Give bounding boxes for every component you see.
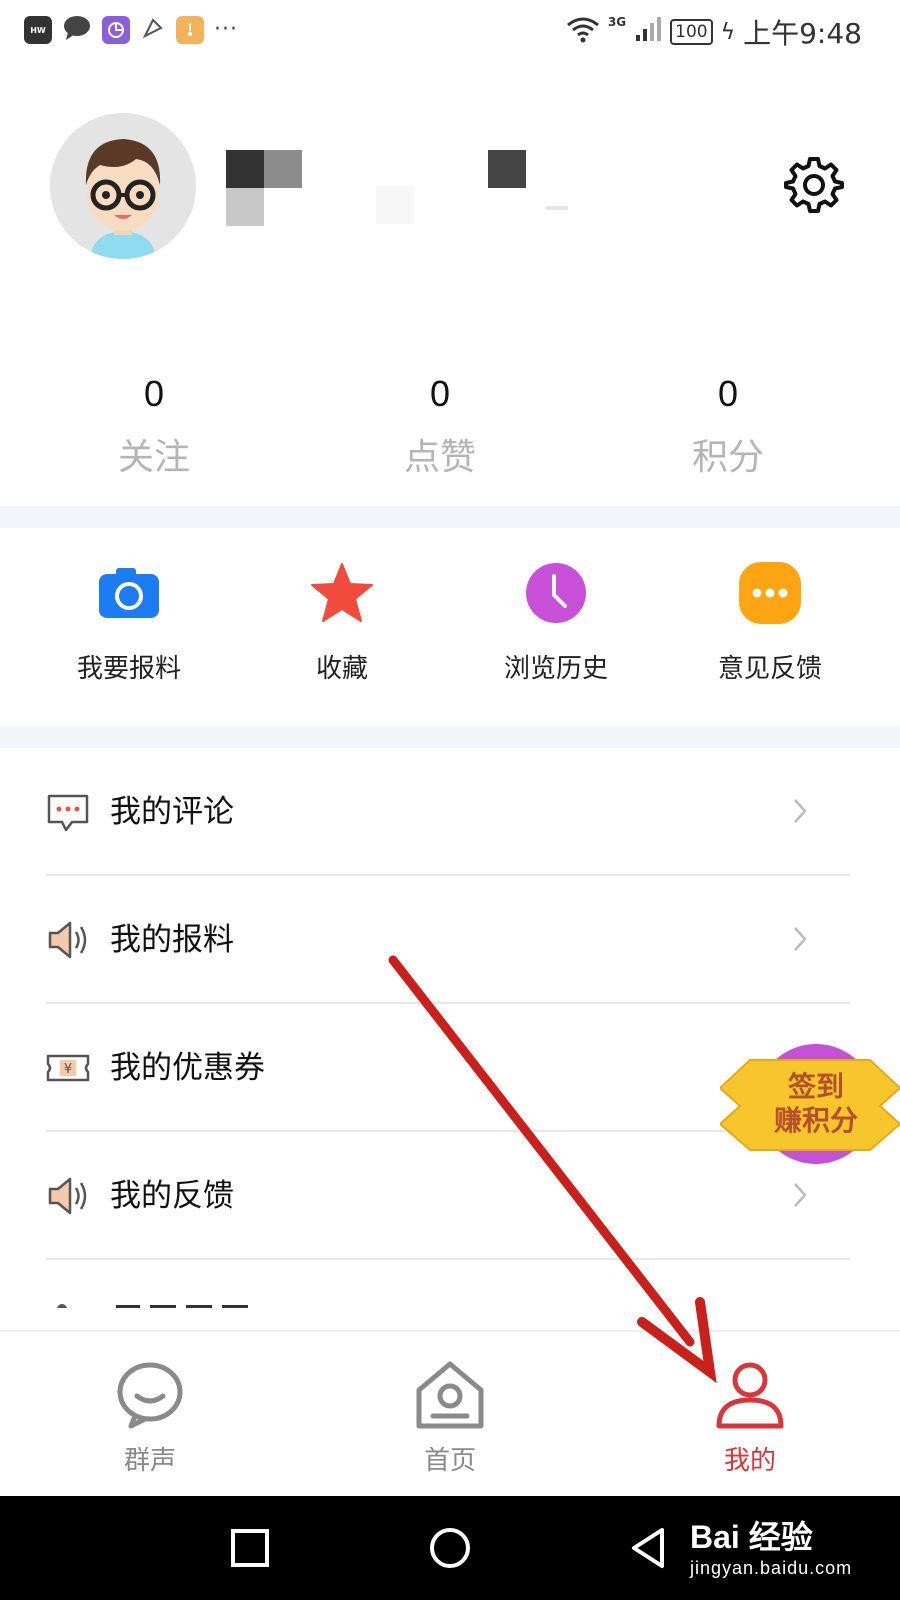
avatar[interactable]	[50, 113, 196, 259]
stat-follow[interactable]: 0 关注	[64, 372, 244, 480]
bottom-nav: 群声 首页 我的	[0, 1330, 900, 1496]
message-icon	[62, 14, 92, 46]
signin-badge-line2: 赚积分	[773, 1104, 858, 1137]
person-icon	[716, 1362, 784, 1429]
stat-points-label: 积分	[691, 437, 764, 478]
battery-level: 100	[670, 19, 713, 45]
network-type: 3G	[607, 15, 627, 29]
camera-icon	[99, 568, 159, 618]
system-nav-bar: Bai 经验 jingyan.baidu.com	[0, 1496, 900, 1600]
quick-report-button[interactable]: 我要报料	[29, 540, 229, 685]
back-triangle-icon[interactable]	[626, 1524, 674, 1572]
star-icon	[311, 563, 373, 622]
menu-next-item-partial	[46, 1296, 346, 1308]
stat-follow-label: 关注	[117, 437, 190, 478]
quick-report-label: 我要报料	[76, 654, 181, 684]
speaker-icon	[48, 921, 87, 959]
stat-follow-value: 0	[143, 373, 165, 414]
stat-points[interactable]: 0 积分	[638, 372, 818, 480]
chevron-right-icon	[794, 1183, 807, 1207]
quick-favorites-label: 收藏	[315, 654, 368, 684]
more-notifications-icon: ···	[214, 17, 238, 42]
box-app-icon	[176, 16, 204, 44]
home-circle-icon[interactable]	[426, 1524, 474, 1572]
nav-tab-mine[interactable]: 我的	[650, 1332, 850, 1498]
speaker-icon	[48, 1177, 87, 1215]
charging-icon: ϟ	[720, 19, 736, 45]
menu-my-comments[interactable]: 我的评论	[46, 748, 850, 876]
section-divider	[0, 506, 900, 528]
chevron-right-icon	[794, 799, 807, 823]
quick-history-button[interactable]: 浏览历史	[456, 540, 656, 685]
gear-icon	[784, 157, 844, 213]
status-bar: HW ··· 3G 100 ϟ 上午9:48	[0, 0, 900, 62]
clock-icon	[526, 563, 586, 623]
settings-button[interactable]	[784, 155, 844, 215]
home-icon	[416, 1361, 484, 1429]
quick-feedback-label: 意见反馈	[717, 654, 822, 684]
nav-tab-community-label: 群声	[123, 1446, 176, 1476]
coupon-icon: ¥	[46, 1054, 90, 1082]
quick-feedback-button[interactable]: 意见反馈	[670, 540, 870, 685]
status-notifications: HW ···	[24, 14, 238, 46]
nav-tab-community[interactable]: 群声	[50, 1332, 250, 1498]
status-system: 3G 100 ϟ 上午9:48	[566, 12, 862, 52]
menu-my-comments-label: 我的评论	[110, 794, 234, 830]
huawei-app-icon: HW	[24, 16, 52, 44]
signal-icon	[634, 15, 662, 50]
menu-my-feedback-label: 我的反馈	[110, 1178, 234, 1214]
nav-tab-home-label: 首页	[423, 1446, 476, 1476]
watermark-main: Bai 经验	[690, 1519, 813, 1555]
comment-icon	[47, 794, 89, 832]
more-dots-icon	[739, 562, 801, 624]
chat-bubble-icon	[117, 1362, 183, 1429]
stat-likes-value: 0	[429, 373, 451, 414]
svg-text:¥: ¥	[64, 1062, 72, 1077]
screen: HW ··· 3G 100 ϟ 上午9:48 0 关注 0 点赞 0 积分 我要…	[0, 0, 900, 1600]
cartoon-avatar-icon	[50, 113, 196, 259]
quick-history-label: 浏览历史	[503, 654, 608, 684]
menu-my-coupons-label: 我的优惠券	[110, 1050, 265, 1086]
username-redacted	[226, 150, 646, 230]
stat-likes-label: 点赞	[403, 437, 476, 478]
chevron-right-icon	[794, 927, 807, 951]
wifi-icon	[566, 15, 600, 50]
nav-tab-home[interactable]: 首页	[350, 1332, 550, 1498]
status-time: 上午9:48	[743, 17, 862, 50]
section-divider	[0, 726, 900, 748]
quick-favorites-button[interactable]: 收藏	[242, 540, 442, 685]
chart-app-icon	[102, 16, 130, 44]
recent-apps-icon[interactable]	[226, 1524, 274, 1572]
signin-earn-points-badge[interactable]: 签到 赚积分	[718, 1042, 900, 1166]
menu-my-reports[interactable]: 我的报料	[46, 876, 850, 1004]
signin-badge-line1: 签到	[787, 1070, 844, 1103]
stat-points-value: 0	[717, 373, 739, 414]
stat-likes[interactable]: 0 点赞	[350, 372, 530, 480]
signin-badge-text: 签到 赚积分	[756, 1070, 876, 1138]
compass-icon	[140, 15, 166, 45]
nav-tab-mine-label: 我的	[723, 1446, 776, 1476]
menu-my-reports-label: 我的报料	[110, 922, 234, 958]
watermark-url: jingyan.baidu.com	[690, 1558, 853, 1578]
baidu-jingyan-watermark: Bai 经验 jingyan.baidu.com	[690, 1512, 852, 1579]
